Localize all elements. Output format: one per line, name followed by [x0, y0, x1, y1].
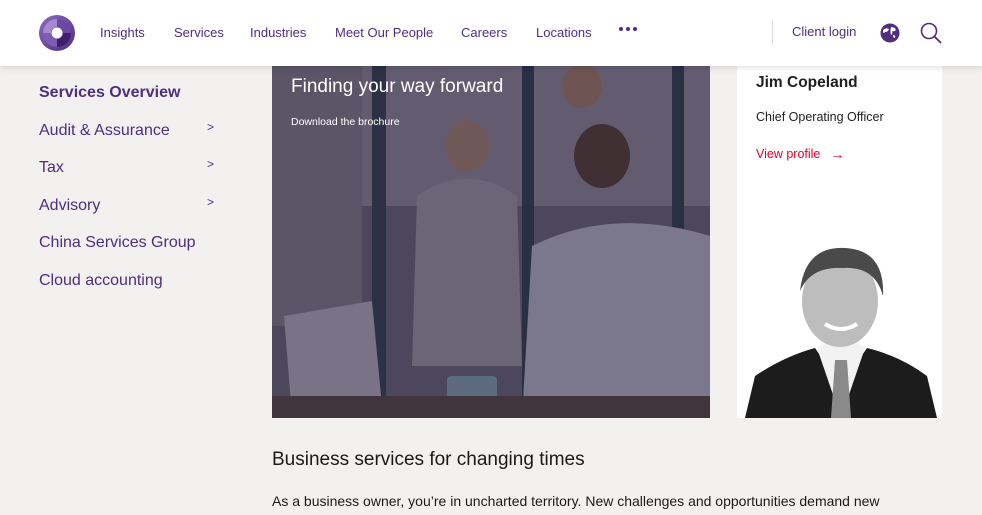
view-profile-label: View profile [756, 147, 821, 161]
search-icon[interactable] [920, 22, 942, 44]
section-title: Business services for changing times [272, 449, 585, 470]
globe-icon[interactable] [880, 23, 900, 43]
intro-paragraph: As a business owner, you’re in uncharted… [272, 493, 880, 509]
sidenav-cloud-accounting[interactable]: Cloud accounting [39, 272, 229, 310]
nav-insights[interactable]: Insights [100, 25, 145, 40]
contact-role: Chief Operating Officer [756, 110, 884, 124]
sidenav-label: China Services Group [39, 234, 196, 252]
chevron-right-icon[interactable]: > [207, 120, 214, 134]
sidenav-label: Tax [39, 159, 64, 177]
nav-careers[interactable]: Careers [461, 25, 507, 40]
site-header: Insights Services Industries Meet Our Pe… [0, 0, 982, 66]
more-dots-icon[interactable] [619, 27, 637, 31]
contact-portrait [745, 236, 937, 418]
view-profile-link[interactable]: View profile → [756, 146, 844, 162]
contact-card: Jim Copeland Chief Operating Officer Vie… [737, 66, 942, 418]
logo-icon[interactable] [39, 15, 75, 51]
header-divider [772, 20, 773, 45]
sidenav-label: Services Overview [39, 84, 181, 101]
hero-title[interactable]: Finding your way forward [291, 76, 503, 98]
sidenav-label: Cloud accounting [39, 271, 163, 289]
arrow-right-icon: → [830, 146, 845, 162]
nav-locations[interactable]: Locations [536, 25, 592, 40]
nav-services[interactable]: Services [174, 25, 224, 40]
contact-name: Jim Copeland [756, 74, 858, 91]
download-brochure-link[interactable]: Download the brochure [291, 116, 400, 128]
nav-meet-our-people[interactable]: Meet Our People [335, 25, 433, 40]
hero-banner[interactable]: Finding your way forward Download the br… [272, 66, 710, 418]
nav-industries[interactable]: Industries [250, 25, 306, 40]
sidenav-label: Advisory [39, 196, 101, 214]
sidenav-advisory[interactable]: Advisory > [39, 195, 229, 235]
sidenav-audit-assurance[interactable]: Audit & Assurance > [39, 120, 229, 160]
services-side-nav: Services Overview Audit & Assurance > Ta… [39, 84, 229, 310]
chevron-right-icon[interactable]: > [207, 157, 214, 171]
chevron-right-icon[interactable]: > [207, 195, 214, 209]
client-login-link[interactable]: Client login [792, 24, 856, 39]
sidenav-tax[interactable]: Tax > [39, 157, 229, 197]
sidenav-services-overview[interactable]: Services Overview [39, 84, 229, 122]
sidenav-china-services-group[interactable]: China Services Group [39, 234, 229, 272]
sidenav-label: Audit & Assurance [39, 121, 170, 139]
